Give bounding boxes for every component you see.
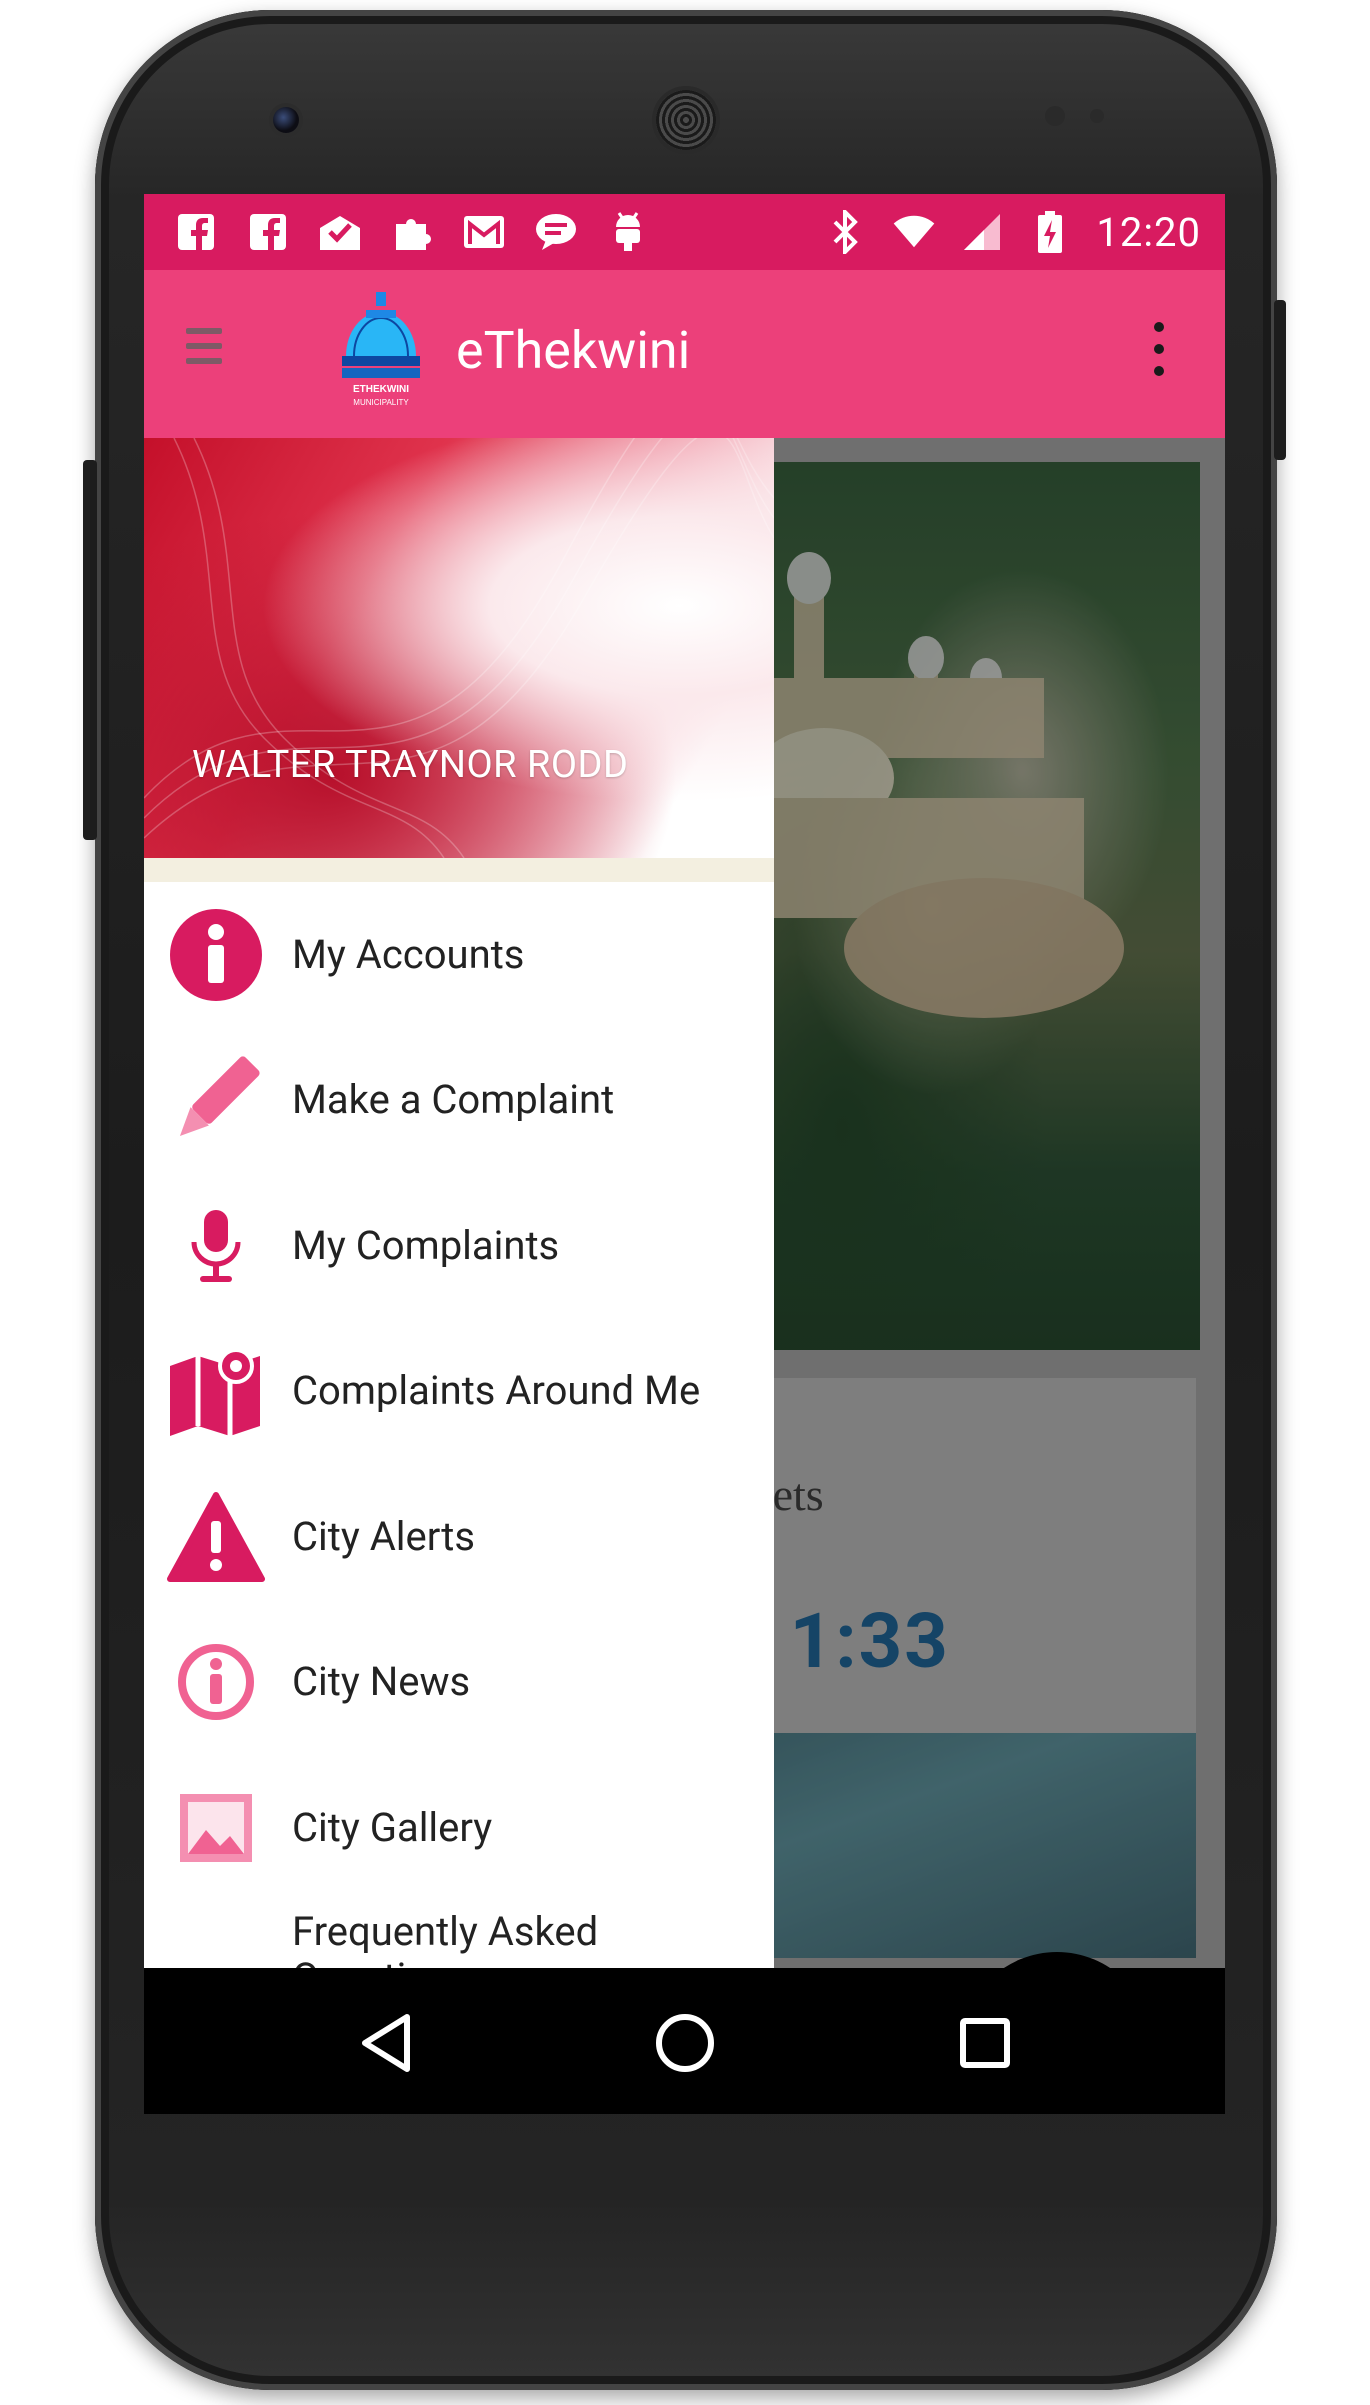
drawer-menu: My Accounts Make a Complaint My Complain…	[144, 882, 774, 1968]
earpiece-speaker	[656, 90, 716, 150]
user-name: WALTER TRAYNOR RODD	[192, 743, 629, 787]
inbox-check-icon	[318, 210, 362, 254]
menu-item-make-a-complaint[interactable]: Make a Complaint	[144, 1028, 774, 1174]
menu-label: My Accounts	[292, 930, 525, 978]
app-title: eThekwini	[456, 320, 691, 381]
news-card-time: 11:33	[744, 1596, 950, 1686]
menu-item-city-news[interactable]: City News	[144, 1610, 774, 1756]
power-button	[1274, 300, 1286, 460]
back-icon[interactable]	[350, 2008, 420, 2078]
puzzle-icon	[390, 210, 434, 254]
notification-icons	[174, 210, 650, 254]
signal-icon	[960, 210, 1004, 254]
menu-label: City News	[292, 1658, 471, 1706]
warning-icon	[166, 1487, 266, 1587]
question-icon	[166, 1961, 266, 1969]
menu-item-my-complaints[interactable]: My Complaints	[144, 1173, 774, 1319]
battery-charging-icon	[1028, 210, 1072, 254]
overflow-menu-button[interactable]	[1144, 322, 1174, 386]
menu-label: Make a Complaint	[292, 1076, 615, 1124]
info-outline-icon	[166, 1632, 266, 1732]
proximity-sensor	[1045, 106, 1065, 126]
home-icon[interactable]	[650, 2008, 720, 2078]
status-clock: 12:20	[1096, 208, 1201, 256]
ethekwini-logo: ETHEKWINI MUNICIPALITY	[336, 292, 426, 410]
system-nav-bar	[144, 1968, 1225, 2114]
light-sensor	[1090, 109, 1104, 123]
menu-item-city-gallery[interactable]: City Gallery	[144, 1755, 774, 1901]
app-bar: ETHEKWINI MUNICIPALITY eThekwini	[144, 270, 1225, 438]
menu-item-faq[interactable]: Frequently Asked Questions	[144, 1901, 774, 1969]
bluetooth-icon	[824, 210, 868, 254]
front-camera	[273, 107, 299, 133]
header-divider	[144, 858, 774, 882]
menu-item-complaints-around-me[interactable]: Complaints Around Me	[144, 1319, 774, 1465]
menu-label: Complaints Around Me	[292, 1367, 701, 1415]
menu-label: Frequently Asked Questions	[292, 1907, 599, 1968]
svg-text:MUNICIPALITY: MUNICIPALITY	[353, 398, 409, 407]
status-bar: 12:20	[144, 194, 1225, 270]
menu-label: City Alerts	[292, 1512, 475, 1560]
menu-button[interactable]	[186, 328, 222, 378]
facebook-icon	[174, 210, 218, 254]
menu-item-city-alerts[interactable]: City Alerts	[144, 1464, 774, 1610]
chat-icon	[534, 210, 578, 254]
android-icon	[606, 210, 650, 254]
microphone-icon	[166, 1196, 266, 1296]
menu-label: City Gallery	[292, 1803, 493, 1851]
recents-icon[interactable]	[950, 2008, 1020, 2078]
svg-text:ETHEKWINI: ETHEKWINI	[353, 384, 409, 395]
map-icon	[166, 1341, 266, 1441]
volume-button	[83, 460, 97, 840]
wifi-icon	[892, 210, 936, 254]
navigation-drawer: WALTER TRAYNOR RODD My Accounts Make a C…	[144, 438, 774, 1968]
menu-item-my-accounts[interactable]: My Accounts	[144, 882, 774, 1028]
gmail-icon	[462, 210, 506, 254]
drawer-header: WALTER TRAYNOR RODD	[144, 438, 774, 858]
pencil-icon	[166, 1050, 266, 1150]
system-icons: 12:20	[824, 209, 1201, 256]
image-icon	[166, 1778, 266, 1878]
facebook-icon	[246, 210, 290, 254]
menu-label: My Complaints	[292, 1221, 560, 1269]
info-icon	[166, 905, 266, 1005]
phone-screen: 12:20 ETHEKWINI MUNICIPALITY eThekwini 1…	[144, 194, 1225, 2114]
